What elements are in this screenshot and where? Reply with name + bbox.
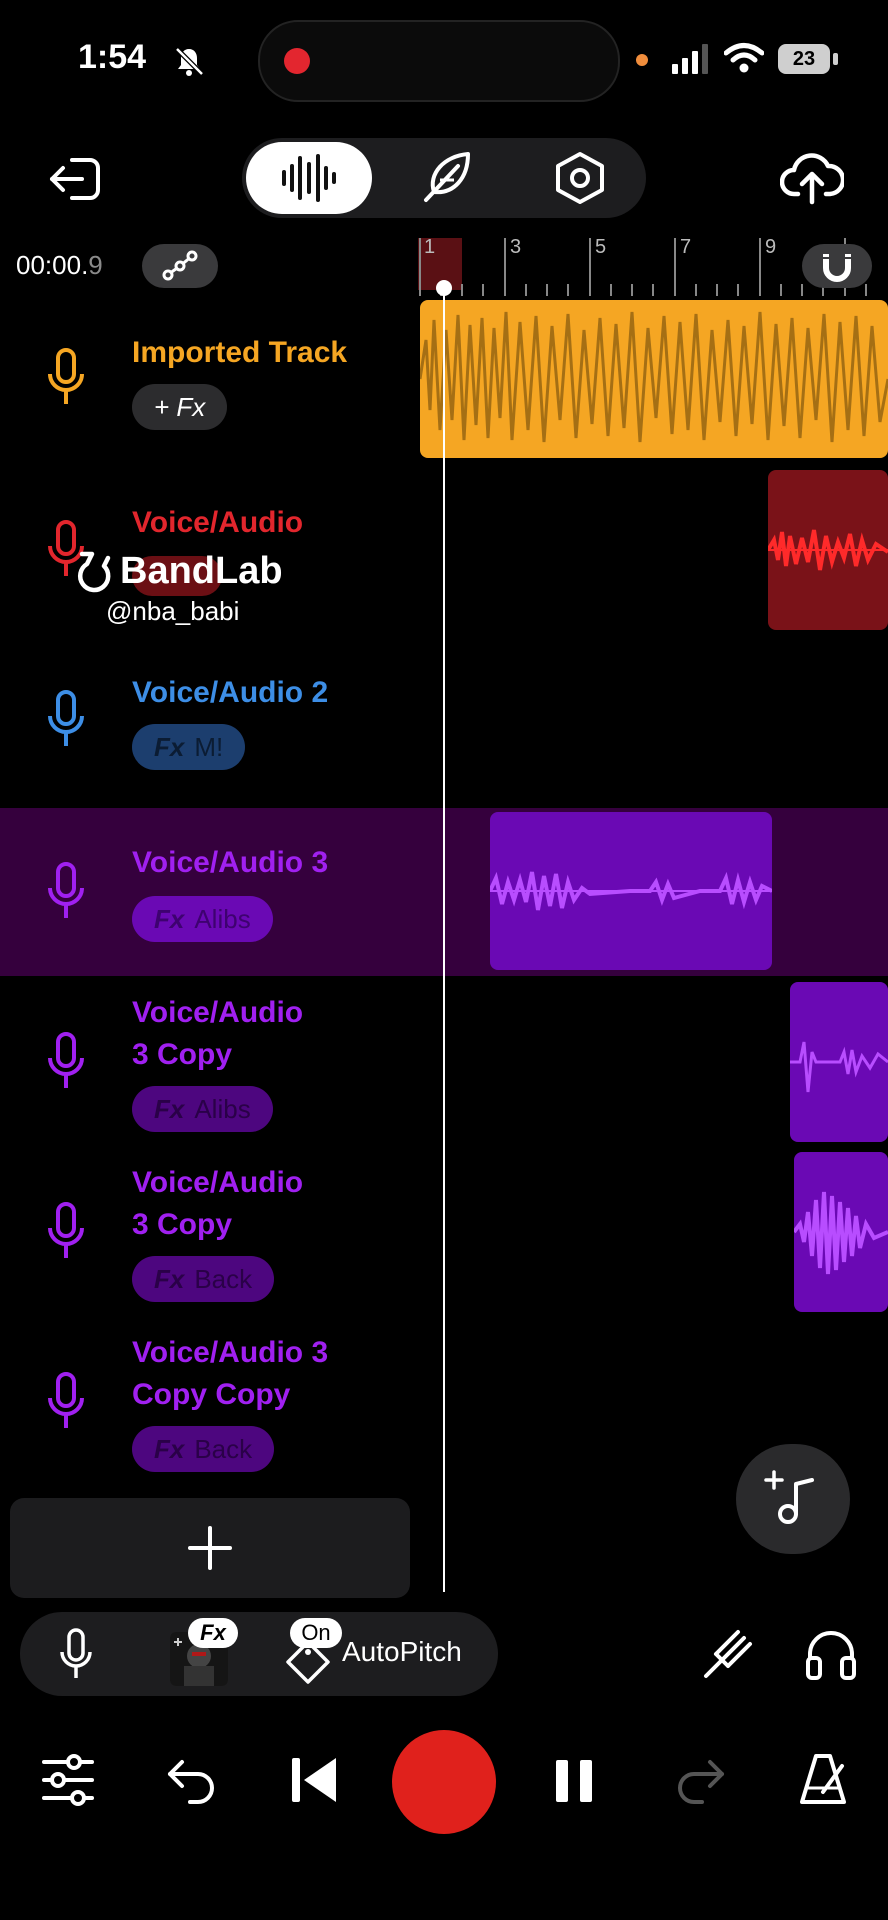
snap-button[interactable] xyxy=(802,244,872,288)
tab-settings-hex-icon[interactable] xyxy=(552,150,608,206)
mic-input-icon[interactable] xyxy=(58,1628,94,1682)
fx-label: Fx xyxy=(154,904,185,934)
track-name-line: 3 Copy xyxy=(132,1208,233,1241)
watermark-handle: @nba_babi xyxy=(106,596,240,626)
clip-waveform xyxy=(768,529,888,571)
mic-icon[interactable] xyxy=(46,1032,86,1092)
cloud-upload-icon[interactable] xyxy=(780,150,844,206)
playhead-handle[interactable] xyxy=(436,280,452,296)
audio-clip-voice3-copy-2[interactable] xyxy=(794,1152,888,1312)
time-decimal: 9 xyxy=(88,250,103,280)
watermark-brand: BandLab xyxy=(120,550,283,592)
clip-waveform xyxy=(420,311,888,443)
audio-clip-voice[interactable] xyxy=(768,470,888,630)
fx-label: Fx xyxy=(154,1094,185,1124)
fx-preset: Back xyxy=(194,1264,253,1294)
time-readout: 00:00.9 xyxy=(16,250,103,281)
dynamic-island xyxy=(258,20,620,102)
ruler-label: 7 xyxy=(680,236,692,258)
fx-pill-voice3[interactable]: Fx Alibs xyxy=(132,896,273,942)
audio-clip-imported[interactable] xyxy=(420,300,888,458)
track-name-voice-audio-3-copy-copy[interactable]: Voice/Audio 3 Copy Copy xyxy=(132,1332,328,1416)
mic-icon[interactable] xyxy=(46,862,86,922)
audio-clip-voice3[interactable] xyxy=(490,812,772,970)
ruler-label: 1 xyxy=(424,236,436,258)
bell-slash-icon xyxy=(175,47,204,76)
add-music-note-icon xyxy=(764,1470,814,1524)
mic-icon[interactable] xyxy=(46,348,86,408)
wifi-icon xyxy=(724,43,764,73)
headphones-icon[interactable] xyxy=(804,1626,858,1682)
time-main: 00:00. xyxy=(16,250,89,280)
add-fx-button[interactable]: + Fx xyxy=(132,384,228,430)
fx-pill-voice3-copy-b[interactable]: Fx Back xyxy=(132,1256,275,1302)
record-button[interactable] xyxy=(392,1730,496,1834)
plus-icon xyxy=(188,1526,232,1570)
signal-icon xyxy=(672,44,708,74)
fx-label: Fx xyxy=(154,732,185,762)
mic-icon[interactable] xyxy=(46,1372,86,1432)
fx-label: Fx xyxy=(154,1264,185,1294)
redo-icon[interactable] xyxy=(672,1754,728,1806)
metronome-icon[interactable] xyxy=(794,1750,852,1808)
track-name-line: Voice/Audio 3 xyxy=(132,1336,329,1369)
clip-waveform xyxy=(790,1041,888,1093)
track-name-voice-audio-3[interactable]: Voice/Audio 3 xyxy=(132,842,328,884)
ruler-label: 5 xyxy=(595,236,607,258)
mixer-sliders-icon[interactable] xyxy=(40,1752,96,1808)
fx-pill-voice3-copy-copy[interactable]: Fx Back xyxy=(132,1426,275,1472)
autopitch-label[interactable]: AutoPitch xyxy=(342,1636,462,1668)
clip-waveform xyxy=(490,871,772,911)
waveform-icon xyxy=(282,154,336,202)
magnet-icon xyxy=(822,254,852,282)
bandlab-logo-icon xyxy=(77,551,111,593)
fx-preset: Back xyxy=(194,1434,253,1464)
undo-icon[interactable] xyxy=(164,1754,220,1806)
track-name-line: Voice/Audio xyxy=(132,996,304,1029)
add-track-button[interactable] xyxy=(10,1498,410,1598)
clip-waveform xyxy=(794,1191,888,1275)
fx-preset: M! xyxy=(194,732,224,762)
track-name-voice-audio-3-copy-b[interactable]: Voice/Audio 3 Copy xyxy=(132,1162,303,1246)
fx-preset: Alibs xyxy=(194,1094,251,1124)
recording-indicator-icon xyxy=(284,48,310,74)
fx-badge: Fx xyxy=(188,1618,238,1648)
mic-icon[interactable] xyxy=(46,690,86,750)
skip-to-start-icon[interactable] xyxy=(288,1754,340,1806)
fx-pill-voice2[interactable]: Fx M! xyxy=(132,724,246,770)
playhead[interactable] xyxy=(443,286,445,1592)
ruler-label: 3 xyxy=(510,236,522,258)
track-name-line: Voice/Audio xyxy=(132,1166,304,1199)
mic-icon[interactable] xyxy=(46,1202,86,1262)
track-name-voice-audio-3-copy[interactable]: Voice/Audio 3 Copy xyxy=(132,992,303,1076)
fx-preset: Alibs xyxy=(194,904,251,934)
track-name-voice-audio[interactable]: Voice/Audio xyxy=(132,502,303,544)
pause-icon[interactable] xyxy=(552,1758,596,1804)
track-name-voice-audio-2[interactable]: Voice/Audio 2 xyxy=(132,672,328,714)
fx-label: Fx xyxy=(154,1434,185,1464)
track-name-imported[interactable]: Imported Track xyxy=(132,332,347,374)
autopitch-on-badge: On xyxy=(290,1618,342,1648)
battery-tip xyxy=(833,53,838,65)
tuning-fork-icon[interactable] xyxy=(700,1626,754,1682)
audio-clip-voice3-copy[interactable] xyxy=(790,982,888,1142)
tab-lyrics-feather-icon[interactable] xyxy=(418,150,474,206)
status-time: 1:54 xyxy=(78,38,147,76)
track-name-line: 3 Copy xyxy=(132,1038,233,1071)
fx-pill-voice3-copy[interactable]: Fx Alibs xyxy=(132,1086,273,1132)
automation-button[interactable] xyxy=(142,244,218,288)
automation-curve-icon xyxy=(162,250,198,281)
mic-in-use-dot xyxy=(636,54,648,66)
track-name-line: Copy Copy xyxy=(132,1378,291,1411)
exit-icon[interactable] xyxy=(48,154,104,204)
add-loop-button[interactable] xyxy=(736,1444,850,1554)
battery-indicator: 23 xyxy=(778,44,830,74)
ruler-label: 9 xyxy=(765,236,777,258)
